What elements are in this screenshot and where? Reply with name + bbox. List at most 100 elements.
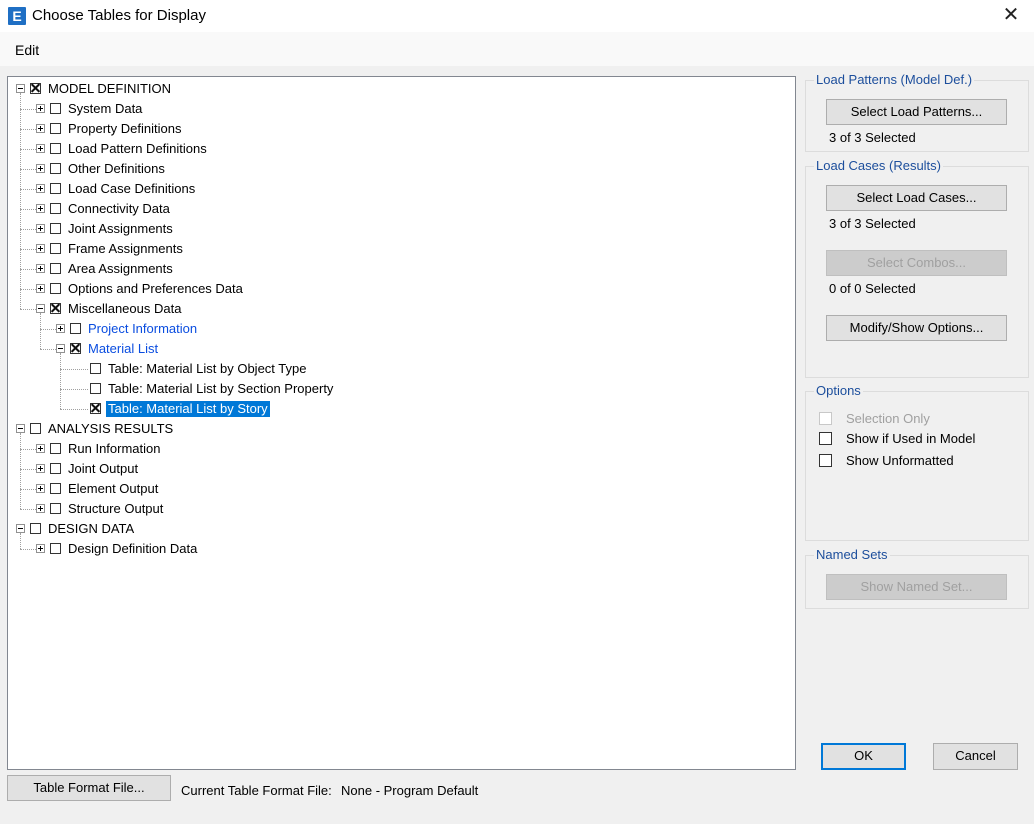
expand-icon[interactable] <box>36 504 45 513</box>
tree-node-checkbox[interactable] <box>50 283 61 294</box>
collapse-icon[interactable] <box>36 304 45 313</box>
tree-node-label: Element Output <box>68 481 159 496</box>
tree-node[interactable]: Project Information <box>8 319 788 339</box>
menu-bar: Edit <box>0 32 1034 66</box>
expand-icon[interactable] <box>36 264 45 273</box>
tree-node-label: Connectivity Data <box>68 201 170 216</box>
tree-node[interactable]: Material List <box>8 339 788 359</box>
show-if-used-label: Show if Used in Model <box>846 431 976 446</box>
tree-node-checkbox[interactable] <box>50 243 61 254</box>
tree-node[interactable]: Miscellaneous Data <box>8 299 788 319</box>
tree-node[interactable]: ANALYSIS RESULTS <box>8 419 788 439</box>
tree-node[interactable]: Structure Output <box>8 499 788 519</box>
tree-node[interactable]: MODEL DEFINITION <box>8 79 788 99</box>
tree-node-checkbox[interactable] <box>50 203 61 214</box>
tree-node-checkbox[interactable] <box>50 443 61 454</box>
tree-node[interactable]: Run Information <box>8 439 788 459</box>
tree-node-checkbox[interactable] <box>50 463 61 474</box>
cancel-button[interactable]: Cancel <box>933 743 1018 770</box>
ok-button[interactable]: OK <box>821 743 906 770</box>
window-title: Choose Tables for Display <box>32 7 206 24</box>
expand-icon[interactable] <box>36 104 45 113</box>
tree-node[interactable]: Table: Material List by Story <box>8 399 788 419</box>
select-load-cases-button[interactable]: Select Load Cases... <box>826 185 1007 211</box>
expand-icon[interactable] <box>36 184 45 193</box>
expand-icon[interactable] <box>36 444 45 453</box>
tree-node-checkbox[interactable] <box>50 183 61 194</box>
named-sets-title: Named Sets <box>814 547 890 562</box>
tree-node[interactable]: Joint Output <box>8 459 788 479</box>
tree-node[interactable]: Area Assignments <box>8 259 788 279</box>
collapse-icon[interactable] <box>56 344 65 353</box>
tree-node[interactable]: Options and Preferences Data <box>8 279 788 299</box>
tree-node-label: Run Information <box>68 441 161 456</box>
tree-node-checkbox[interactable] <box>70 323 81 334</box>
tree-node-checkbox[interactable] <box>30 423 41 434</box>
expand-icon[interactable] <box>36 164 45 173</box>
collapse-icon[interactable] <box>16 424 25 433</box>
tree-node-label: Design Definition Data <box>68 541 198 556</box>
tree-node[interactable]: Design Definition Data <box>8 539 788 559</box>
tree-node[interactable]: System Data <box>8 99 788 119</box>
tree-node[interactable]: Element Output <box>8 479 788 499</box>
tree-node[interactable]: Load Case Definitions <box>8 179 788 199</box>
tree-node-label: Joint Assignments <box>68 221 173 236</box>
tree-node[interactable]: Other Definitions <box>8 159 788 179</box>
expand-icon[interactable] <box>36 464 45 473</box>
expand-icon[interactable] <box>36 244 45 253</box>
modify-show-options-button[interactable]: Modify/Show Options... <box>826 315 1007 341</box>
tree-node-label: MODEL DEFINITION <box>48 81 172 96</box>
tree-node-checkbox[interactable] <box>90 403 101 414</box>
tree-node[interactable]: DESIGN DATA <box>8 519 788 539</box>
tree-node-checkbox[interactable] <box>50 143 61 154</box>
tree-node-checkbox[interactable] <box>50 263 61 274</box>
tree-node-label: Material List <box>88 341 159 356</box>
expand-icon[interactable] <box>36 284 45 293</box>
expand-icon[interactable] <box>36 224 45 233</box>
select-load-patterns-button[interactable]: Select Load Patterns... <box>826 99 1007 125</box>
tree-node-checkbox[interactable] <box>90 383 101 394</box>
show-unformatted-checkbox[interactable] <box>819 454 832 467</box>
close-icon[interactable]: ✕ <box>988 0 1034 32</box>
expand-icon[interactable] <box>56 324 65 333</box>
table-format-file-button[interactable]: Table Format File... <box>7 775 171 801</box>
expand-icon[interactable] <box>36 124 45 133</box>
tree-node-checkbox[interactable] <box>50 223 61 234</box>
expand-icon[interactable] <box>36 484 45 493</box>
select-combos-button[interactable]: Select Combos... <box>826 250 1007 276</box>
table-tree[interactable]: MODEL DEFINITION System Data Property Defi… <box>7 76 796 770</box>
tree-node-label: Load Pattern Definitions <box>68 141 207 156</box>
tree-node-checkbox[interactable] <box>30 523 41 534</box>
tree-node[interactable]: Table: Material List by Object Type <box>8 359 788 379</box>
tree-node-checkbox[interactable] <box>30 83 41 94</box>
tree-node[interactable]: Table: Material List by Section Property <box>8 379 788 399</box>
tree-node[interactable]: Load Pattern Definitions <box>8 139 788 159</box>
show-if-used-checkbox[interactable] <box>819 432 832 445</box>
tree-node[interactable]: Joint Assignments <box>8 219 788 239</box>
tree-node-checkbox[interactable] <box>50 123 61 134</box>
collapse-icon[interactable] <box>16 524 25 533</box>
tree-node[interactable]: Frame Assignments <box>8 239 788 259</box>
menu-edit[interactable]: Edit <box>15 42 39 58</box>
expand-icon[interactable] <box>36 144 45 153</box>
tree-node[interactable]: Connectivity Data <box>8 199 788 219</box>
current-format-value: None - Program Default <box>341 783 479 798</box>
tree-node-label: Frame Assignments <box>68 241 183 256</box>
tree-node-checkbox[interactable] <box>50 103 61 114</box>
tree-node-checkbox[interactable] <box>50 303 61 314</box>
collapse-icon[interactable] <box>16 84 25 93</box>
tree-node-checkbox[interactable] <box>50 503 61 514</box>
tree-node-checkbox[interactable] <box>90 363 101 374</box>
title-bar: E Choose Tables for Display ✕ <box>0 0 1034 32</box>
expand-icon[interactable] <box>36 544 45 553</box>
tree-node-label: ANALYSIS RESULTS <box>48 421 174 436</box>
tree-node-checkbox[interactable] <box>50 543 61 554</box>
show-named-set-button[interactable]: Show Named Set... <box>826 574 1007 600</box>
current-format-label: Current Table Format File: <box>181 783 332 798</box>
tree-node-checkbox[interactable] <box>50 483 61 494</box>
tree-node-checkbox[interactable] <box>70 343 81 354</box>
tree-node[interactable]: Property Definitions <box>8 119 788 139</box>
selection-only-checkbox[interactable] <box>819 412 832 425</box>
expand-icon[interactable] <box>36 204 45 213</box>
tree-node-checkbox[interactable] <box>50 163 61 174</box>
